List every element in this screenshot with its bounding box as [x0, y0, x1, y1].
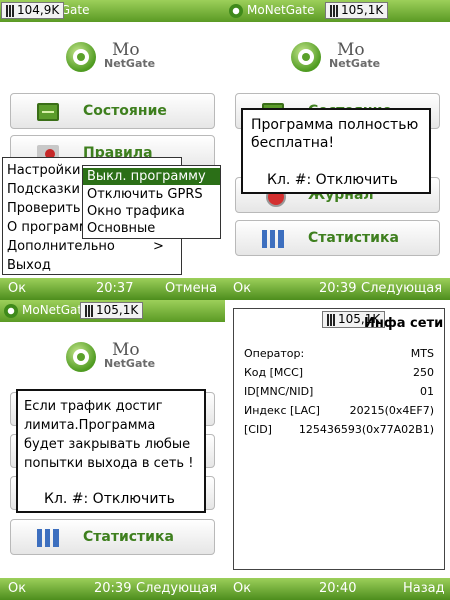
- softkey-back[interactable]: Назад: [403, 581, 445, 596]
- signal-bars-icon: [327, 313, 335, 326]
- bar-chart-icon: [37, 529, 59, 547]
- softkey-ok[interactable]: Ок: [233, 281, 251, 296]
- screen-network-info: 105,1K Инфа сети Оператор: MTS Код [MCC] 2…: [225, 300, 450, 600]
- softkey-ok[interactable]: Ок: [233, 581, 251, 596]
- screen-settings-menu: MoNetGate 104,9K Mo NetGate Состояние Пр…: [0, 0, 225, 300]
- softkey-cancel[interactable]: Отмена: [165, 281, 217, 296]
- statistics-button[interactable]: Статистика: [10, 519, 215, 555]
- title-bar: MoNetGate 104,9K: [0, 0, 225, 22]
- logo-ring-icon: [66, 342, 96, 372]
- menu-item-about[interactable]: О программе: [3, 219, 83, 236]
- clock: 20:39: [94, 581, 132, 596]
- signal-bars-icon: [330, 4, 338, 17]
- screen-free-notice: MoNetGate 105,1K Mo NetGate Состояние Жу…: [225, 0, 450, 300]
- menu-item-hints[interactable]: Подсказки: [3, 181, 83, 198]
- info-row-mcc: Код [MCC] 250: [244, 366, 434, 379]
- clock: 20:40: [319, 581, 357, 596]
- limit-popup: Если трафик достиг лимита.Программа буде…: [16, 389, 206, 513]
- statistics-button[interactable]: Статистика: [235, 220, 440, 256]
- traffic-counter: 105,1K: [80, 302, 144, 319]
- logo-ring-icon: [291, 42, 321, 72]
- popup-hint: Кл. #: Отключить: [44, 491, 175, 507]
- notice-popup: Программа полностью бесплатна! Кл. #: От…: [241, 108, 431, 194]
- app-logo: Mo NetGate: [62, 338, 172, 378]
- info-row-lac: Индекс [LAC] 20215(0x4EF7): [244, 404, 434, 417]
- softkey-bar: Ок 20:39 Следующая: [0, 578, 225, 600]
- popup-message: Программа полностью бесплатна!: [251, 117, 419, 151]
- softkey-ok[interactable]: Ок: [8, 581, 26, 596]
- softkey-next[interactable]: Следующая: [136, 581, 217, 596]
- logo-ring-icon: [66, 42, 96, 72]
- submenu-item-general[interactable]: Основные: [83, 220, 220, 237]
- status-button[interactable]: Состояние: [10, 93, 215, 129]
- submenu-arrow-icon: >: [153, 239, 164, 254]
- title-bar: MoNetGate 105,1K: [0, 300, 225, 322]
- softkey-ok[interactable]: Ок: [8, 281, 26, 296]
- softkey-bar: Ок 20:39 Следующая: [225, 278, 450, 300]
- softkey-bar: Ок 20:40 Назад: [225, 578, 450, 600]
- menu-item-check[interactable]: Проверить: [3, 200, 83, 217]
- submenu-item-disable-gprs[interactable]: Отключить GPRS: [83, 186, 220, 203]
- menu-item-settings[interactable]: Настройки: [3, 162, 83, 179]
- signal-bars-icon: [6, 4, 14, 17]
- popup-hint: Кл. #: Отключить: [267, 172, 398, 188]
- softkey-bar: Ок 20:37 Отмена: [0, 278, 225, 300]
- network-info-panel: 105,1K Инфа сети Оператор: MTS Код [MCC] 2…: [233, 308, 445, 570]
- signal-bars-icon: [85, 304, 93, 317]
- app-logo-icon: [229, 4, 243, 18]
- monitor-icon: [37, 103, 59, 121]
- info-row-cid: [CID] 125436593(0x77A02B1): [244, 423, 434, 436]
- submenu-item-disable-program[interactable]: Выкл. программу: [83, 168, 220, 185]
- softkey-next[interactable]: Следующая: [361, 281, 442, 296]
- screen-limit-notice: MoNetGate 105,1K Mo NetGate Статистика Е…: [0, 300, 225, 600]
- submenu-item-traffic-window[interactable]: Окно трафика: [83, 203, 220, 220]
- app-logo-icon: [4, 304, 18, 318]
- network-info-heading: Инфа сети: [364, 316, 444, 331]
- bar-chart-icon: [262, 230, 284, 248]
- title-bar: MoNetGate 105,1K: [225, 0, 450, 22]
- info-row-operator: Оператор: MTS: [244, 347, 434, 360]
- app-title: MoNetGate: [247, 3, 315, 17]
- app-logo: Mo NetGate: [287, 38, 397, 78]
- clock: 20:39: [319, 281, 357, 296]
- menu-item-advanced[interactable]: Дополнительно >: [3, 238, 173, 255]
- traffic-counter: 104,9K: [1, 2, 65, 19]
- settings-submenu: Выкл. программу Отключить GPRS Окно траф…: [82, 165, 221, 239]
- popup-message: Если трафик достиг лимита.Программа буде…: [24, 399, 194, 471]
- info-row-mnc: ID[MNC/NID] 01: [244, 385, 434, 398]
- clock: 20:37: [96, 281, 134, 296]
- app-logo: Mo NetGate: [62, 38, 172, 78]
- traffic-counter: 105,1K: [325, 2, 389, 19]
- menu-item-exit[interactable]: Выход: [3, 257, 83, 274]
